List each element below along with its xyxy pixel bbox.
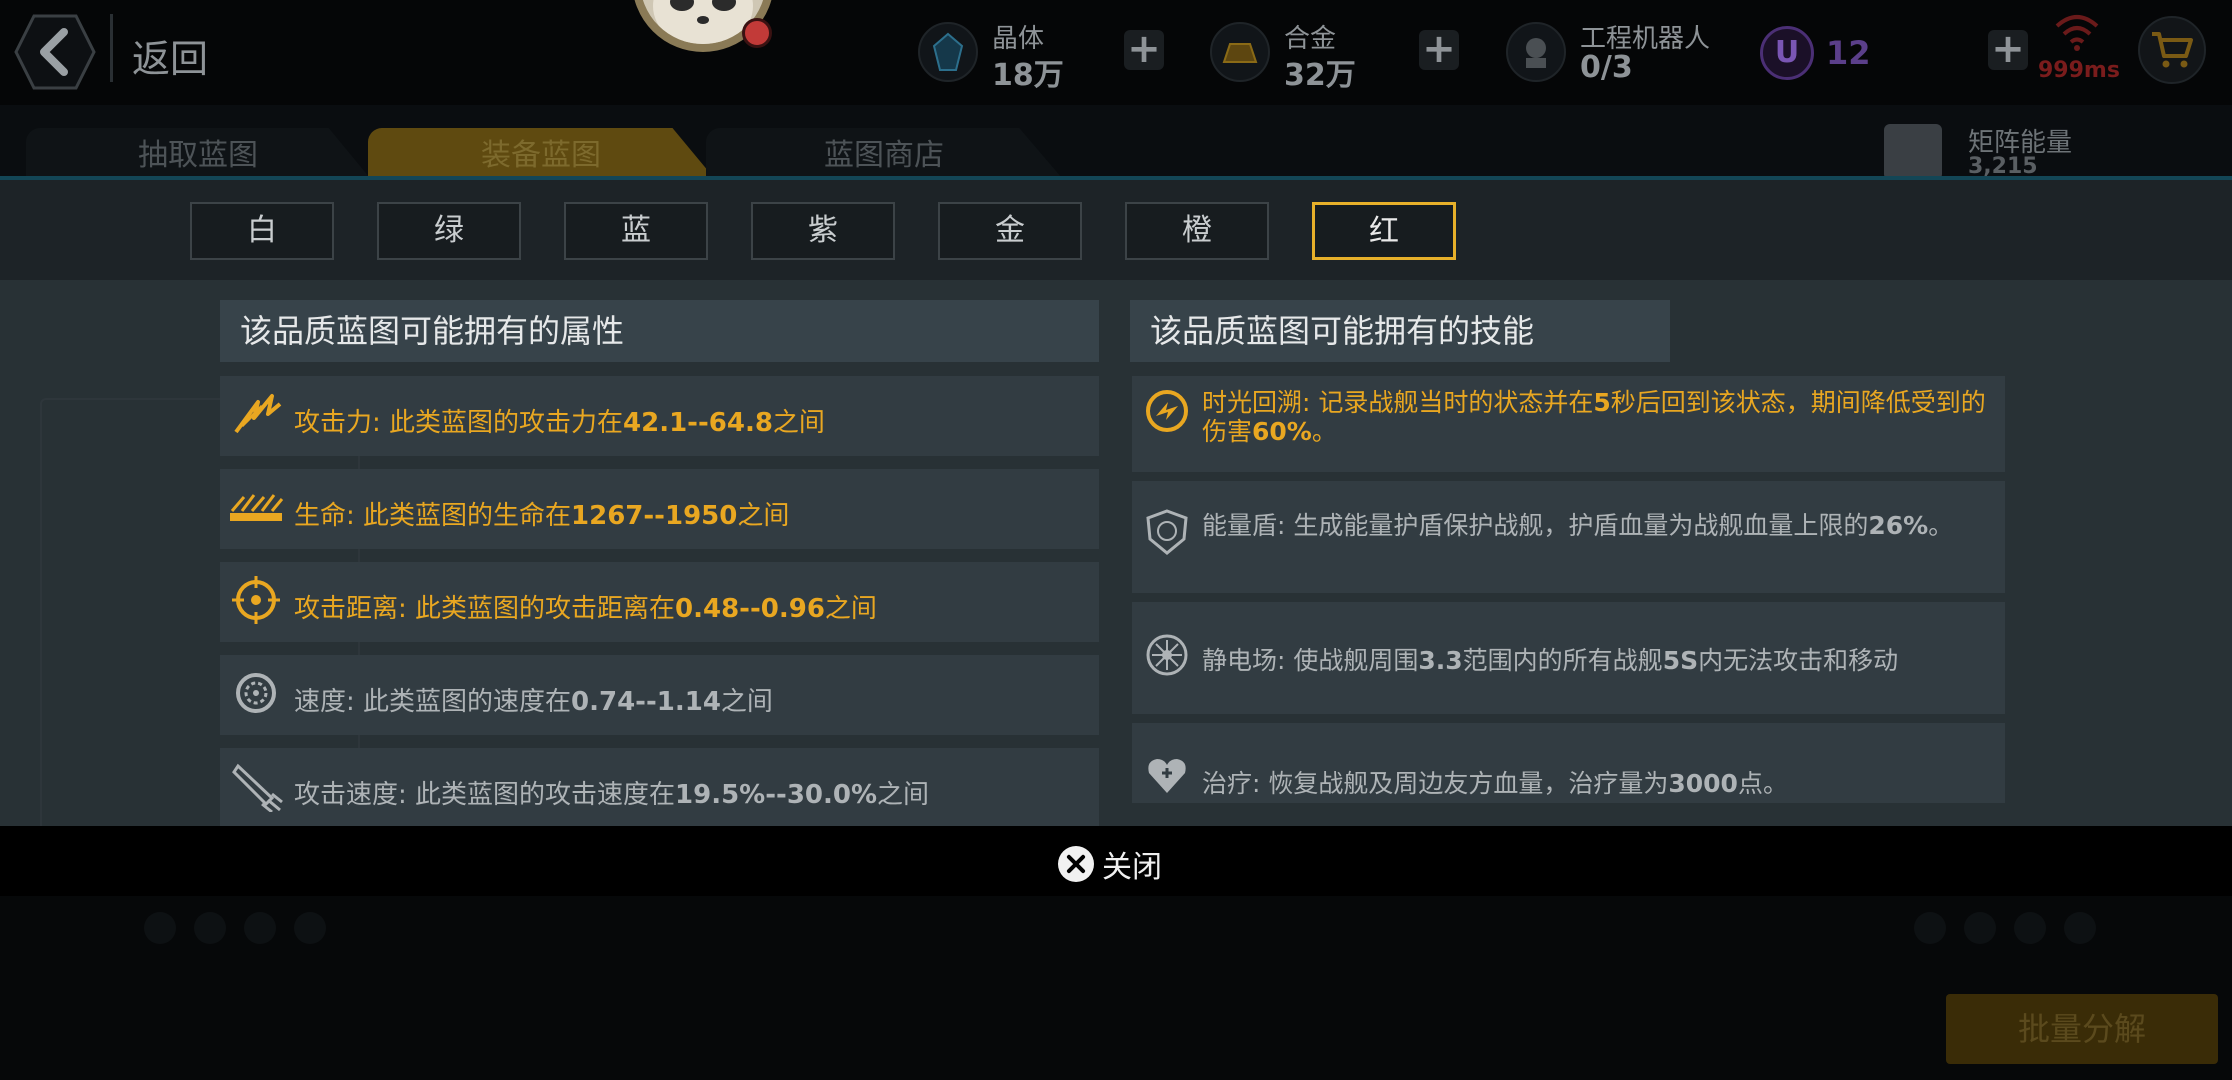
- attribute-row-attack: 攻击力: 此类蓝图的攻击力在42.1--64.8之间: [220, 376, 1099, 456]
- time-rewind-icon: [1146, 390, 1188, 432]
- heal-icon: [1148, 759, 1186, 793]
- skill-row-time-rewind: 时光回溯: 记录战舰当时的状态并在5秒后回到该状态，期间降低受到的伤害60%。: [1132, 376, 2005, 472]
- tab-equip-blueprint[interactable]: 装备蓝图: [368, 128, 714, 178]
- skill-text: 时光回溯: 记录战舰当时的状态并在5秒后回到该状态，期间降低受到的伤害60%。: [1202, 388, 1986, 446]
- skill-text: 治疗: 恢复战舰及周边友方血量，治疗量为3000点。: [1202, 769, 1788, 798]
- resource-value: 18万: [992, 58, 1064, 93]
- close-button[interactable]: 关闭: [1058, 844, 1162, 885]
- quality-selector: 白 绿 蓝 紫 金 橙 红: [0, 180, 2232, 280]
- quality-purple-button[interactable]: 紫: [751, 202, 895, 260]
- attribute-row-life: 生命: 此类蓝图的生命在1267--1950之间: [220, 469, 1099, 549]
- attack-icon: [234, 394, 282, 434]
- u-currency-value: 12: [1826, 34, 1871, 72]
- crystal-icon: [918, 22, 978, 82]
- attribute-text: 速度: 此类蓝图的速度在0.74--1.14之间: [294, 687, 773, 717]
- quality-gold-button[interactable]: 金: [938, 202, 1082, 260]
- quality-green-button[interactable]: 绿: [377, 202, 521, 260]
- skills-title: 该品质蓝图可能拥有的技能: [1130, 300, 1670, 362]
- quality-blue-button[interactable]: 蓝: [564, 202, 708, 260]
- resource-value: 32万: [1284, 58, 1356, 93]
- attributes-title: 该品质蓝图可能拥有的属性: [220, 300, 1099, 362]
- speed-icon: [236, 673, 276, 713]
- attack-speed-icon: [232, 763, 283, 812]
- tab-blueprint-shop[interactable]: 蓝图商店: [706, 128, 1062, 178]
- attribute-row-attack-speed: 攻击速度: 此类蓝图的攻击速度在19.5%--30.0%之间: [220, 748, 1099, 828]
- static-field-icon: [1146, 634, 1188, 676]
- skill-text: 能量盾: 生成能量护盾保护战舰，护盾血量为战舰血量上限的26%。: [1202, 511, 1954, 540]
- skill-text: 静电场: 使战舰周围3.3范围内的所有战舰5S内无法攻击和移动: [1202, 646, 1899, 675]
- skill-row-static-field: 静电场: 使战舰周围3.3范围内的所有战舰5S内无法攻击和移动: [1132, 602, 2005, 714]
- resource-value: 0/3: [1580, 50, 1633, 85]
- energy-shield-icon: [1146, 509, 1188, 555]
- matrix-energy-icon: [1884, 124, 1942, 180]
- close-icon: [1058, 846, 1094, 882]
- inventory-slots: [144, 912, 2096, 944]
- quality-orange-button[interactable]: 橙: [1125, 202, 1269, 260]
- quality-red-button[interactable]: 红: [1312, 202, 1456, 260]
- add-u-button[interactable]: +: [1988, 29, 2028, 70]
- game-screen: 返回 晶体 18万 + 合金 32万 + 工程机器人 0/3 U 12 + 99…: [0, 0, 2232, 1080]
- ping-label: 999ms: [2038, 58, 2120, 83]
- back-label[interactable]: 返回: [132, 28, 208, 83]
- notification-dot: [742, 18, 772, 48]
- attribute-row-speed: 速度: 此类蓝图的速度在0.74--1.14之间: [220, 655, 1099, 735]
- cart-icon: [2152, 32, 2193, 68]
- shop-cart-button[interactable]: [2138, 16, 2206, 84]
- back-button[interactable]: [14, 12, 96, 92]
- robot-icon: [1506, 22, 1566, 82]
- close-label: 关闭: [1102, 850, 1162, 885]
- alloy-icon: [1210, 22, 1270, 82]
- u-currency-icon: U: [1760, 26, 1814, 80]
- divider: [110, 14, 113, 82]
- dimmed-inventory: [0, 896, 2232, 1080]
- close-bar: 关闭: [0, 826, 2232, 896]
- skill-row-energy-shield: 能量盾: 生成能量护盾保护战舰，护盾血量为战舰血量上限的26%。: [1132, 481, 2005, 593]
- attribute-row-range: 攻击距离: 此类蓝图的攻击距离在0.48--0.96之间: [220, 562, 1099, 642]
- range-icon: [232, 576, 280, 624]
- add-crystal-button[interactable]: +: [1124, 29, 1164, 70]
- tab-draw-blueprint[interactable]: 抽取蓝图: [26, 128, 370, 178]
- batch-decompose-button[interactable]: 批量分解: [1946, 994, 2218, 1064]
- attribute-text: 攻击力: 此类蓝图的攻击力在42.1--64.8之间: [294, 408, 825, 438]
- attribute-text: 生命: 此类蓝图的生命在1267--1950之间: [294, 501, 790, 531]
- attribute-text: 攻击速度: 此类蓝图的攻击速度在19.5%--30.0%之间: [294, 780, 930, 810]
- skill-row-heal: 治疗: 恢复战舰及周边友方血量，治疗量为3000点。: [1132, 723, 2005, 803]
- back-arrow-icon: [14, 14, 96, 90]
- add-alloy-button[interactable]: +: [1419, 29, 1459, 70]
- wifi-icon: [2055, 15, 2099, 51]
- attribute-text: 攻击距离: 此类蓝图的攻击距离在0.48--0.96之间: [294, 594, 877, 624]
- top-bar: 返回 晶体 18万 + 合金 32万 + 工程机器人 0/3 U 12 + 99…: [0, 0, 2232, 105]
- life-icon: [230, 494, 284, 521]
- quality-white-button[interactable]: 白: [190, 202, 334, 260]
